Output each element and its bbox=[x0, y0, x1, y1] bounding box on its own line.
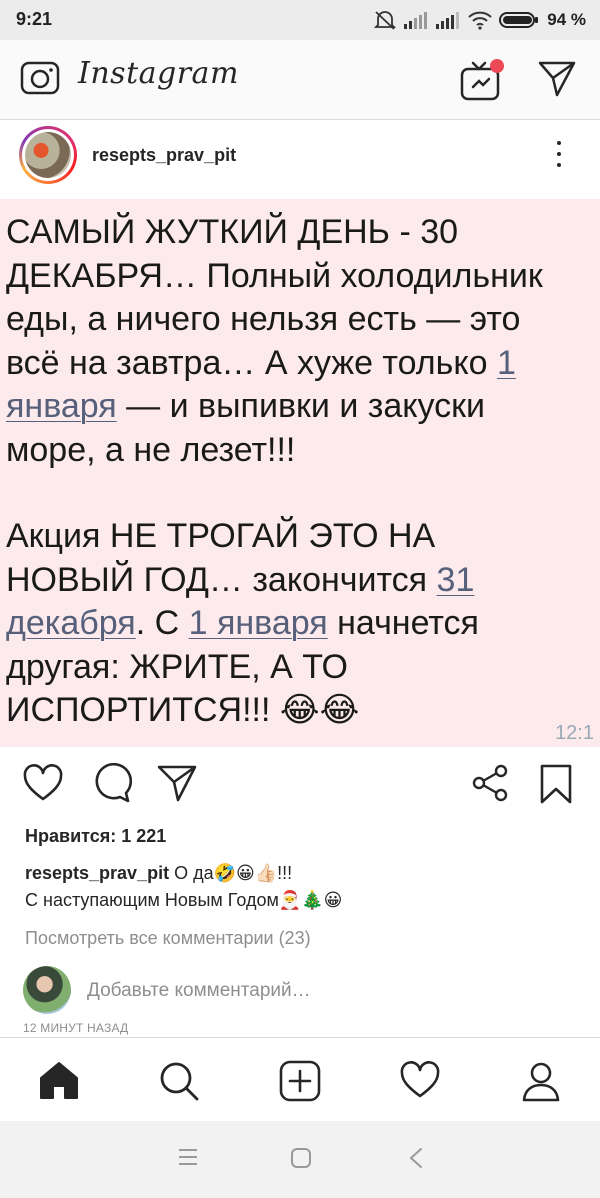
text-line: всё на завтра… А хуже только 1 bbox=[6, 343, 516, 382]
view-all-comments-link[interactable]: Посмотреть все комментарии (23) bbox=[25, 928, 311, 949]
direct-send-icon[interactable] bbox=[537, 60, 577, 98]
wifi-icon bbox=[468, 11, 492, 30]
post-image[interactable]: САМЫЙ ЖУТКИЙ ДЕНЬ - 30 ДЕКАБРЯ… Полный х… bbox=[0, 199, 600, 747]
text-line: декабря. С 1 января начнется bbox=[6, 604, 479, 642]
post-actions bbox=[0, 747, 600, 821]
message-timestamp: 12:1 bbox=[555, 722, 594, 744]
camera-icon[interactable] bbox=[20, 58, 60, 98]
signal-2-icon bbox=[436, 12, 460, 29]
caption-line: С наступающим Новым Годом🎅🎄😀 bbox=[25, 890, 343, 910]
system-nav-bar bbox=[0, 1121, 600, 1198]
text-line: море, а не лезет!!! bbox=[6, 430, 296, 469]
share-icon[interactable] bbox=[156, 763, 198, 803]
alarm-off-icon bbox=[374, 11, 397, 30]
text-line: НОВЫЙ ГОД… закончится 31 bbox=[6, 560, 475, 599]
status-icons: 94 % bbox=[373, 8, 586, 32]
battery-icon bbox=[499, 12, 539, 28]
post-time-ago: 12 МИНУТ НАЗАД bbox=[23, 1021, 129, 1035]
add-comment-row[interactable]: Добавьте комментарий… bbox=[23, 966, 583, 1016]
caption-username[interactable]: resepts_prav_pit bbox=[25, 863, 169, 883]
app-logo: Instagram bbox=[78, 56, 239, 91]
app-header: Instagram bbox=[0, 40, 600, 120]
home-icon[interactable] bbox=[38, 1060, 80, 1100]
back-icon[interactable] bbox=[408, 1147, 424, 1169]
text-line: Акция НЕ ТРОГАЙ ЭТО НА bbox=[6, 517, 436, 555]
post-caption: resepts_prav_pit О да🤣😀👍🏻!!! С наступающ… bbox=[25, 860, 585, 914]
post-username[interactable]: resepts_prav_pit bbox=[92, 145, 236, 166]
likes-count[interactable]: Нравится: 1 221 bbox=[25, 826, 166, 847]
comment-input[interactable]: Добавьте комментарий… bbox=[87, 980, 311, 1002]
caption-line: resepts_prav_pit О да🤣😀👍🏻!!! bbox=[25, 863, 293, 883]
battery-percent: 94 % bbox=[547, 10, 586, 29]
post-avatar[interactable] bbox=[19, 126, 77, 184]
date-link[interactable]: декабря bbox=[6, 604, 136, 642]
link-share-icon[interactable] bbox=[470, 763, 510, 803]
date-link[interactable]: 1 января bbox=[189, 604, 328, 642]
post-header: resepts_prav_pit bbox=[0, 121, 600, 199]
bookmark-icon[interactable] bbox=[538, 763, 574, 805]
signal-icon bbox=[404, 12, 428, 29]
status-bar: 9:21 94 % bbox=[0, 0, 600, 40]
status-time: 9:21 bbox=[16, 9, 53, 29]
heart-icon[interactable] bbox=[22, 763, 64, 803]
menu-icon[interactable] bbox=[178, 1147, 198, 1167]
activity-heart-icon[interactable] bbox=[399, 1060, 441, 1100]
search-icon[interactable] bbox=[158, 1060, 200, 1102]
date-link[interactable]: 31 bbox=[437, 561, 475, 599]
igtv-icon[interactable] bbox=[459, 57, 507, 101]
text-line: еды, а ничего нельзя есть — это bbox=[6, 300, 521, 338]
comment-icon[interactable] bbox=[90, 763, 132, 803]
date-link[interactable]: 1 bbox=[497, 344, 516, 382]
profile-icon[interactable] bbox=[520, 1060, 562, 1102]
text-line: января — и выпивки и закуски bbox=[6, 387, 486, 425]
text-line: САМЫЙ ЖУТКИЙ ДЕНЬ - 30 bbox=[6, 213, 459, 251]
date-link[interactable]: января bbox=[6, 387, 117, 425]
new-post-icon[interactable] bbox=[279, 1060, 321, 1102]
bottom-nav bbox=[0, 1037, 600, 1121]
post-image-text: САМЫЙ ЖУТКИЙ ДЕНЬ - 30 ДЕКАБРЯ… Полный х… bbox=[6, 211, 598, 733]
more-options-icon[interactable] bbox=[556, 141, 562, 171]
text-line: другая: ЖРИТЕ, А ТО bbox=[6, 647, 348, 686]
text-line: ИСПОРТИТСЯ!!! 😂😂 bbox=[6, 691, 360, 729]
home-square-icon[interactable] bbox=[290, 1147, 312, 1169]
avatar bbox=[23, 966, 71, 1014]
text-line: ДЕКАБРЯ… Полный холодильник bbox=[6, 256, 543, 295]
